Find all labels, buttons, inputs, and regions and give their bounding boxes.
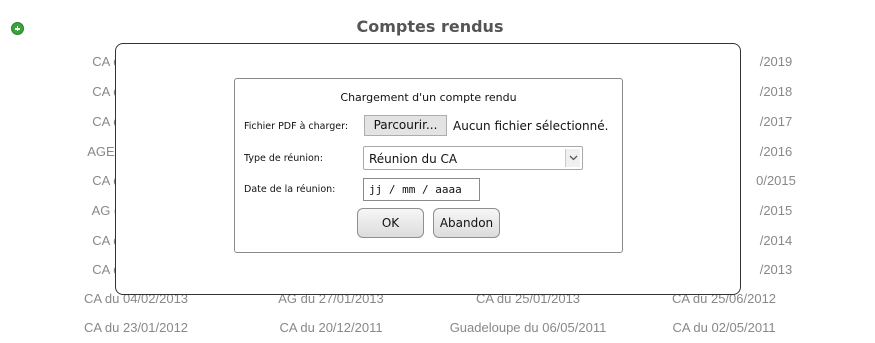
report-link[interactable]: CA du 02/05/2011	[624, 320, 824, 335]
report-link[interactable]: CA du 20/12/2011	[231, 320, 431, 335]
meeting-type-select[interactable]: Réunion du CA	[363, 146, 583, 170]
date-label: Date de la réunion:	[244, 184, 336, 195]
cancel-button[interactable]: Abandon	[433, 208, 500, 238]
date-placeholder: jj / mm / aaaa	[369, 183, 462, 196]
browse-button[interactable]: Parcourir...	[364, 115, 447, 136]
file-label: Fichier PDF à charger:	[244, 121, 349, 132]
file-status: Aucun fichier sélectionné.	[453, 119, 609, 133]
report-link[interactable]: CA du 23/01/2012	[36, 320, 236, 335]
dialog-title: Chargement d'un compte rendu	[340, 91, 517, 104]
upload-dialog: Chargement d'un compte rendu Fichier PDF…	[234, 78, 623, 253]
meeting-type-value: Réunion du CA	[369, 152, 458, 166]
meeting-type-label: Type de réunion:	[244, 153, 323, 164]
date-field[interactable]: jj / mm / aaaa	[363, 178, 480, 201]
page-title: Comptes rendus	[356, 17, 504, 36]
ok-button[interactable]: OK	[357, 208, 424, 238]
chevron-down-icon	[565, 149, 580, 167]
report-link[interactable]: Guadeloupe du 06/05/2011	[428, 320, 628, 335]
